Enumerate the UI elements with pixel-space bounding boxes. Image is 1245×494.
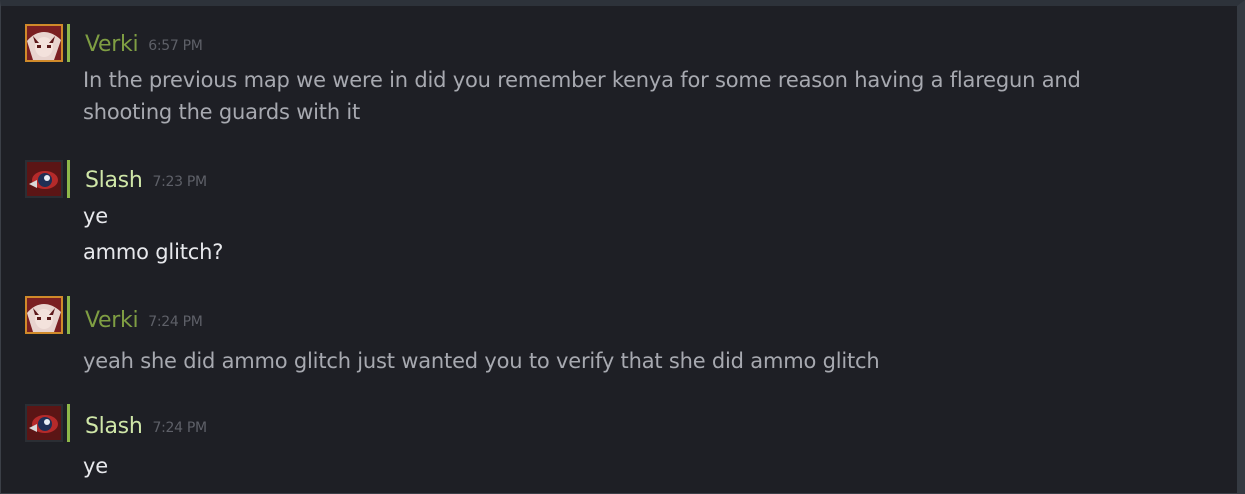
message-timestamp: 7:23 PM xyxy=(152,174,207,190)
author-name[interactable]: Verki xyxy=(85,32,139,57)
message-author[interactable]: Slash 7:24 PM xyxy=(85,414,207,441)
message-author[interactable]: Slash 7:23 PM xyxy=(85,168,207,195)
message-timestamp: 6:57 PM xyxy=(148,38,203,54)
verki-avatar-icon[interactable] xyxy=(25,24,63,62)
ingame-status-indicator xyxy=(67,404,70,442)
author-name[interactable]: Verki xyxy=(85,308,139,333)
slash-avatar-icon[interactable] xyxy=(25,160,63,198)
ingame-status-indicator xyxy=(67,296,70,334)
author-name[interactable]: Slash xyxy=(85,414,143,439)
verki-avatar-icon[interactable] xyxy=(25,296,63,334)
message-text: In the previous map we were in did you r… xyxy=(83,68,1081,92)
message-text: ye xyxy=(83,204,108,228)
author-name[interactable]: Slash xyxy=(85,168,143,193)
message-author[interactable]: Verki 6:57 PM xyxy=(85,32,203,59)
message-timestamp: 7:24 PM xyxy=(152,420,207,436)
slash-avatar-icon[interactable] xyxy=(25,404,63,442)
chat-window: Verki 6:57 PM In the previous map we were… xyxy=(0,0,1245,494)
message-text: shooting the guards with it xyxy=(83,100,361,124)
message-timestamp: 7:24 PM xyxy=(148,314,203,330)
message-text: ye xyxy=(83,454,108,478)
message-text: ammo glitch? xyxy=(83,240,224,264)
ingame-status-indicator xyxy=(67,24,70,62)
message-text: yeah she did ammo glitch just wanted you… xyxy=(83,349,880,373)
message-author[interactable]: Verki 7:24 PM xyxy=(85,308,203,335)
ingame-status-indicator xyxy=(67,160,70,198)
